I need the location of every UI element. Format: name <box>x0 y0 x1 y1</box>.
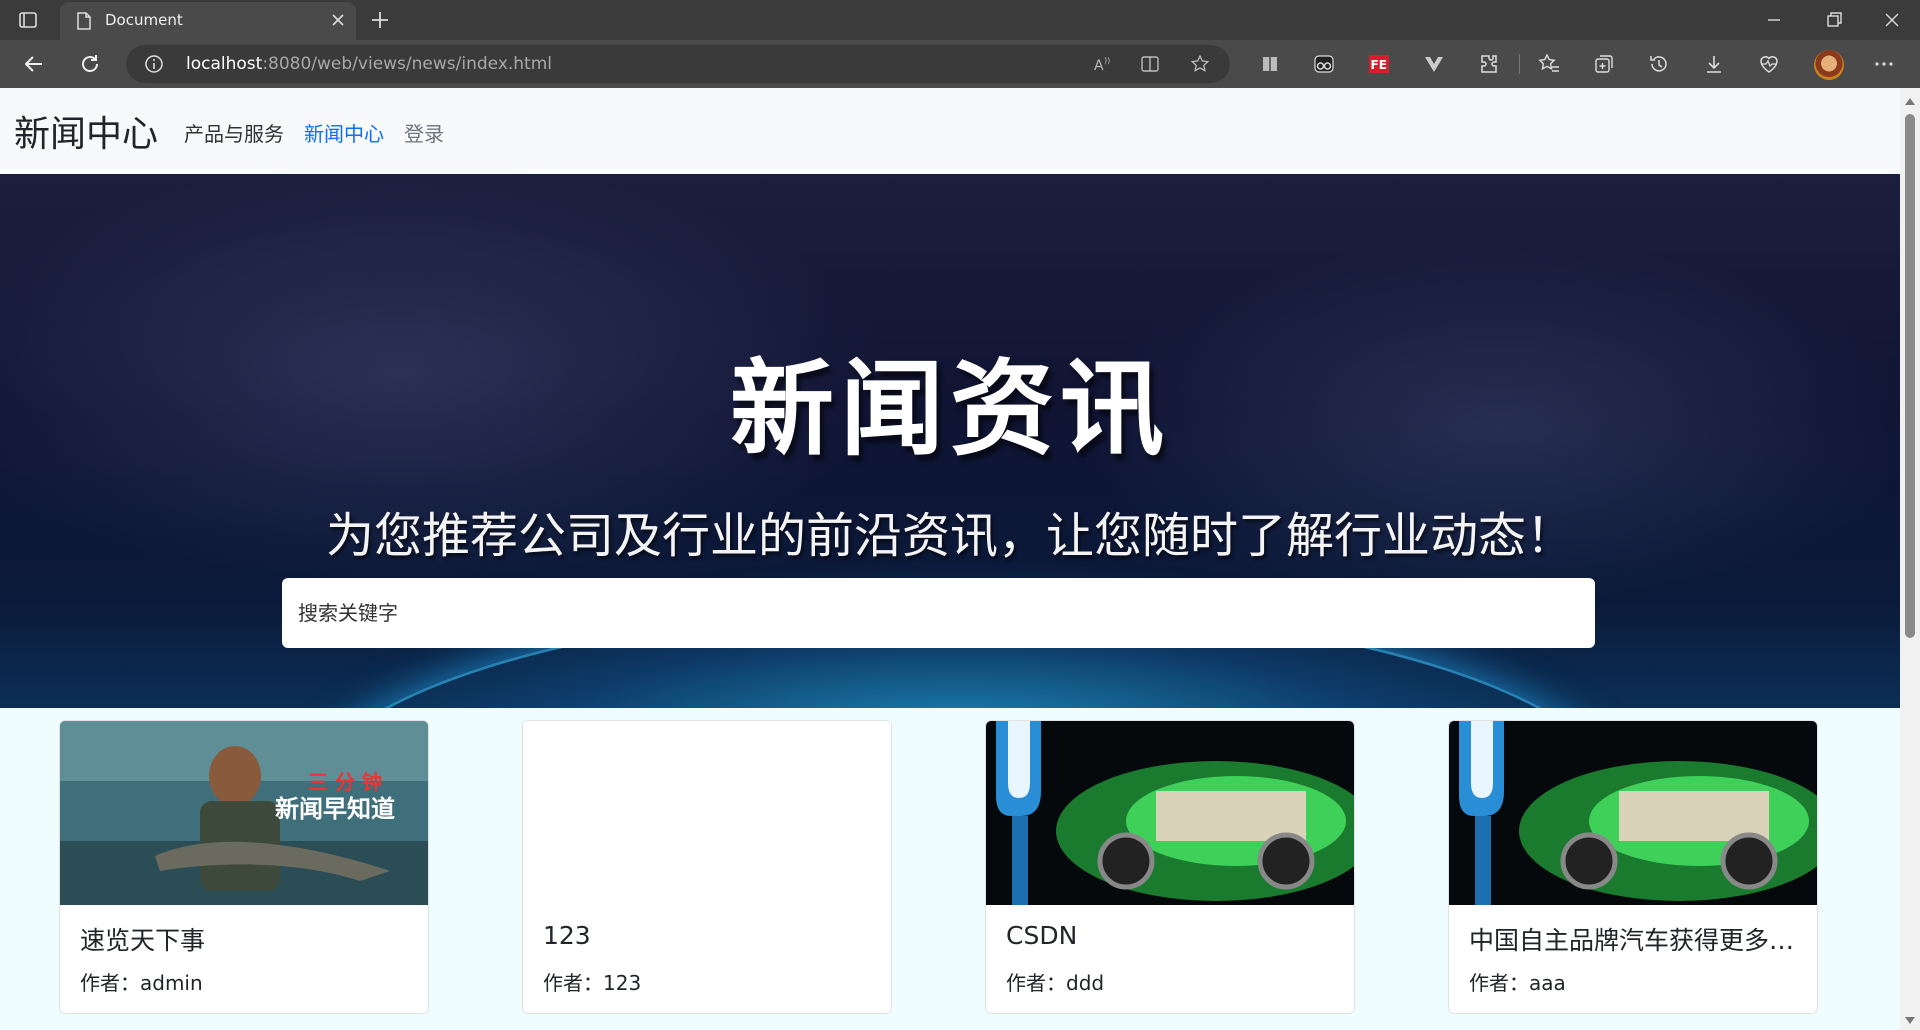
restore-icon[interactable] <box>1824 10 1844 30</box>
card-image-ev-car[interactable] <box>1449 721 1817 905</box>
card-image-caption-bottom: 新闻早知道 <box>275 795 395 823</box>
card-title[interactable]: 中国自主品牌汽车获得更多认可 <box>1469 921 1799 957</box>
nav-item-products[interactable]: 产品与服务 <box>184 118 284 147</box>
reload-icon[interactable] <box>78 52 102 76</box>
card-image-empty[interactable] <box>523 721 891 905</box>
performance-icon[interactable] <box>1757 52 1781 76</box>
card-title[interactable]: CSDN <box>1006 921 1336 950</box>
page-viewport: 新闻中心 产品与服务 新闻中心 登录 新闻资讯 为您推荐公司及行业的前沿资讯，让… <box>0 88 1900 1030</box>
split-screen-icon[interactable] <box>1140 54 1160 74</box>
new-tab-icon[interactable] <box>368 8 392 32</box>
document-icon <box>77 12 91 30</box>
address-field[interactable]: localhost:8080/web/views/news/index.html… <box>126 45 1230 83</box>
profile-avatar[interactable] <box>1814 50 1844 80</box>
hero-title: 新闻资讯 <box>729 348 1170 470</box>
url-host: localhost <box>186 54 263 74</box>
close-window-icon[interactable] <box>1882 10 1902 30</box>
site-info-icon[interactable] <box>144 54 164 74</box>
address-toolbar: localhost:8080/web/views/news/index.html… <box>0 40 1920 88</box>
card-author: 作者：aaa <box>1469 971 1566 995</box>
extension-fe-icon[interactable]: FE <box>1367 52 1391 76</box>
url-path: :8080/web/views/news/index.html <box>262 54 553 74</box>
reader-icon[interactable] <box>1258 52 1282 76</box>
scroll-down-arrow-icon[interactable] <box>1905 1017 1915 1024</box>
brand-title[interactable]: 新闻中心 <box>14 105 158 157</box>
tab-actions-icon[interactable] <box>18 10 38 30</box>
svg-text:FE: FE <box>1371 58 1387 72</box>
card-image-ev-car[interactable] <box>986 721 1354 905</box>
back-icon[interactable] <box>22 52 46 76</box>
browser-tab-bar: Document <box>0 0 1920 40</box>
hero-subtitle: 为您推荐公司及行业的前沿资讯，让您随时了解行业动态！ <box>325 508 1574 564</box>
scrollbar-thumb[interactable] <box>1905 114 1915 638</box>
card-title[interactable]: 123 <box>543 921 873 950</box>
favorite-star-icon[interactable] <box>1190 54 1210 74</box>
nav-item-news[interactable]: 新闻中心 <box>304 118 384 147</box>
hero-banner: 新闻资讯 为您推荐公司及行业的前沿资讯，让您随时了解行业动态！ <box>0 174 1900 708</box>
page-scrollbar[interactable] <box>1900 88 1920 1030</box>
news-card[interactable]: 123 作者：123 <box>522 720 892 1014</box>
downloads-icon[interactable] <box>1702 52 1726 76</box>
news-card[interactable]: CSDN 作者：ddd <box>985 720 1355 1014</box>
browser-tab[interactable]: Document <box>60 2 356 40</box>
card-title[interactable]: 速览天下事 <box>80 921 410 957</box>
read-aloud-icon[interactable]: A)) <box>1092 54 1112 74</box>
card-author: 作者：123 <box>543 971 642 995</box>
more-menu-icon[interactable] <box>1872 52 1896 76</box>
minimize-icon[interactable] <box>1764 10 1784 30</box>
site-navbar: 新闻中心 产品与服务 新闻中心 登录 <box>0 88 1900 174</box>
svg-text:)): )) <box>1104 56 1110 65</box>
card-author: 作者：ddd <box>1006 971 1105 995</box>
close-tab-icon[interactable] <box>330 12 346 28</box>
url-text[interactable]: localhost:8080/web/views/news/index.html <box>186 54 552 74</box>
news-card[interactable]: 三 分 钟 新闻早知道 速览天下事 作者：admin <box>59 720 429 1014</box>
news-card[interactable]: 中国自主品牌汽车获得更多认可 作者：aaa <box>1448 720 1818 1014</box>
toolbar-separator <box>1519 54 1520 74</box>
tab-title: Document <box>105 11 183 29</box>
card-author: 作者：admin <box>80 971 203 995</box>
scroll-up-arrow-icon[interactable] <box>1905 98 1915 105</box>
favorites-icon[interactable] <box>1537 52 1561 76</box>
nav-item-login[interactable]: 登录 <box>404 118 444 147</box>
svg-text:A: A <box>1094 58 1104 74</box>
news-card-list: 三 分 钟 新闻早知道 速览天下事 作者：admin 123 作者：123 CS… <box>0 708 1900 1030</box>
search-input[interactable] <box>282 578 1595 648</box>
history-icon[interactable] <box>1647 52 1671 76</box>
extensions-puzzle-icon[interactable] <box>1477 52 1501 76</box>
extension-glasses-icon[interactable] <box>1312 52 1336 76</box>
extension-vue-icon[interactable] <box>1422 52 1446 76</box>
collections-icon[interactable] <box>1592 52 1616 76</box>
card-image-caption-top: 三 分 钟 <box>308 770 382 794</box>
card-image-fish-news[interactable]: 三 分 钟 新闻早知道 <box>60 721 428 905</box>
